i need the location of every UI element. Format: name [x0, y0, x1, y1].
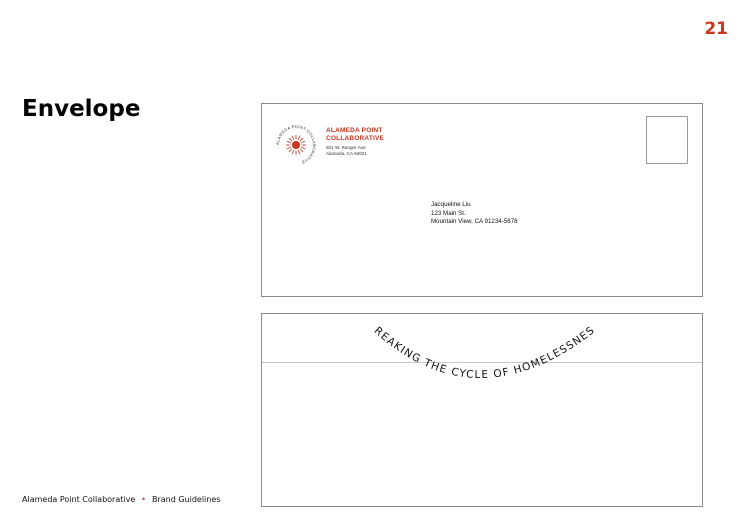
sun-ray	[300, 140, 306, 144]
return-org-name-line1: ALAMEDA POINT	[326, 127, 383, 134]
envelope-back: BREAKING THE CYCLE OF HOMELESSNESS	[261, 313, 703, 507]
recipient-street: 123 Main St.	[431, 209, 466, 217]
page-number: 21	[704, 19, 728, 39]
sun-seal-icon: ALAMEDA POINT COLLABORATIVE	[275, 124, 317, 165]
footer-separator-dot: •	[141, 495, 146, 504]
sun-ray	[288, 148, 293, 153]
page-title: Envelope	[22, 96, 141, 122]
stamp-placeholder	[646, 116, 688, 164]
recipient-city: Mountain View, CA 91234-5678	[431, 218, 518, 225]
return-org-name: ALAMEDA POINT COLLABORATIVE	[326, 127, 406, 143]
sun-ray	[299, 137, 304, 142]
sun-ray	[286, 146, 292, 150]
sun-ray	[286, 140, 292, 144]
sun-ray	[299, 148, 304, 153]
sun-ray	[291, 135, 295, 141]
tagline-text: BREAKING THE CYCLE OF HOMELESSNESS	[262, 314, 596, 381]
return-address-line2: Alameda, CA 94621	[326, 151, 367, 156]
svg-text:BREAKING THE CYCLE OF HOMELESS: BREAKING THE CYCLE OF HOMELESSNESS	[262, 314, 597, 381]
envelope-front: ALAMEDA POINT COLLABORATIVE ALAMEDA POIN…	[261, 103, 703, 297]
sun-ray	[291, 149, 295, 155]
tagline-arc: BREAKING THE CYCLE OF HOMELESSNESS	[262, 314, 597, 381]
sun-ray	[297, 149, 301, 155]
return-address: 501 W. Ranger Ave Alameda, CA 94621	[326, 145, 367, 157]
sun-ray	[288, 137, 293, 142]
return-org-name-line2: COLLABORATIVE	[326, 135, 385, 142]
footer-org: Alameda Point Collaborative	[22, 495, 136, 504]
recipient-name: Jacqueline Liu	[431, 201, 471, 208]
footer-section: Brand Guidelines	[151, 495, 221, 504]
footer: Alameda Point Collaborative • Brand Guidel…	[22, 495, 220, 504]
recipient-address: Jacqueline Liu 123 Main St. Mountain Vie…	[431, 201, 518, 227]
sun-ray	[300, 146, 306, 150]
sun-ray	[297, 135, 301, 141]
